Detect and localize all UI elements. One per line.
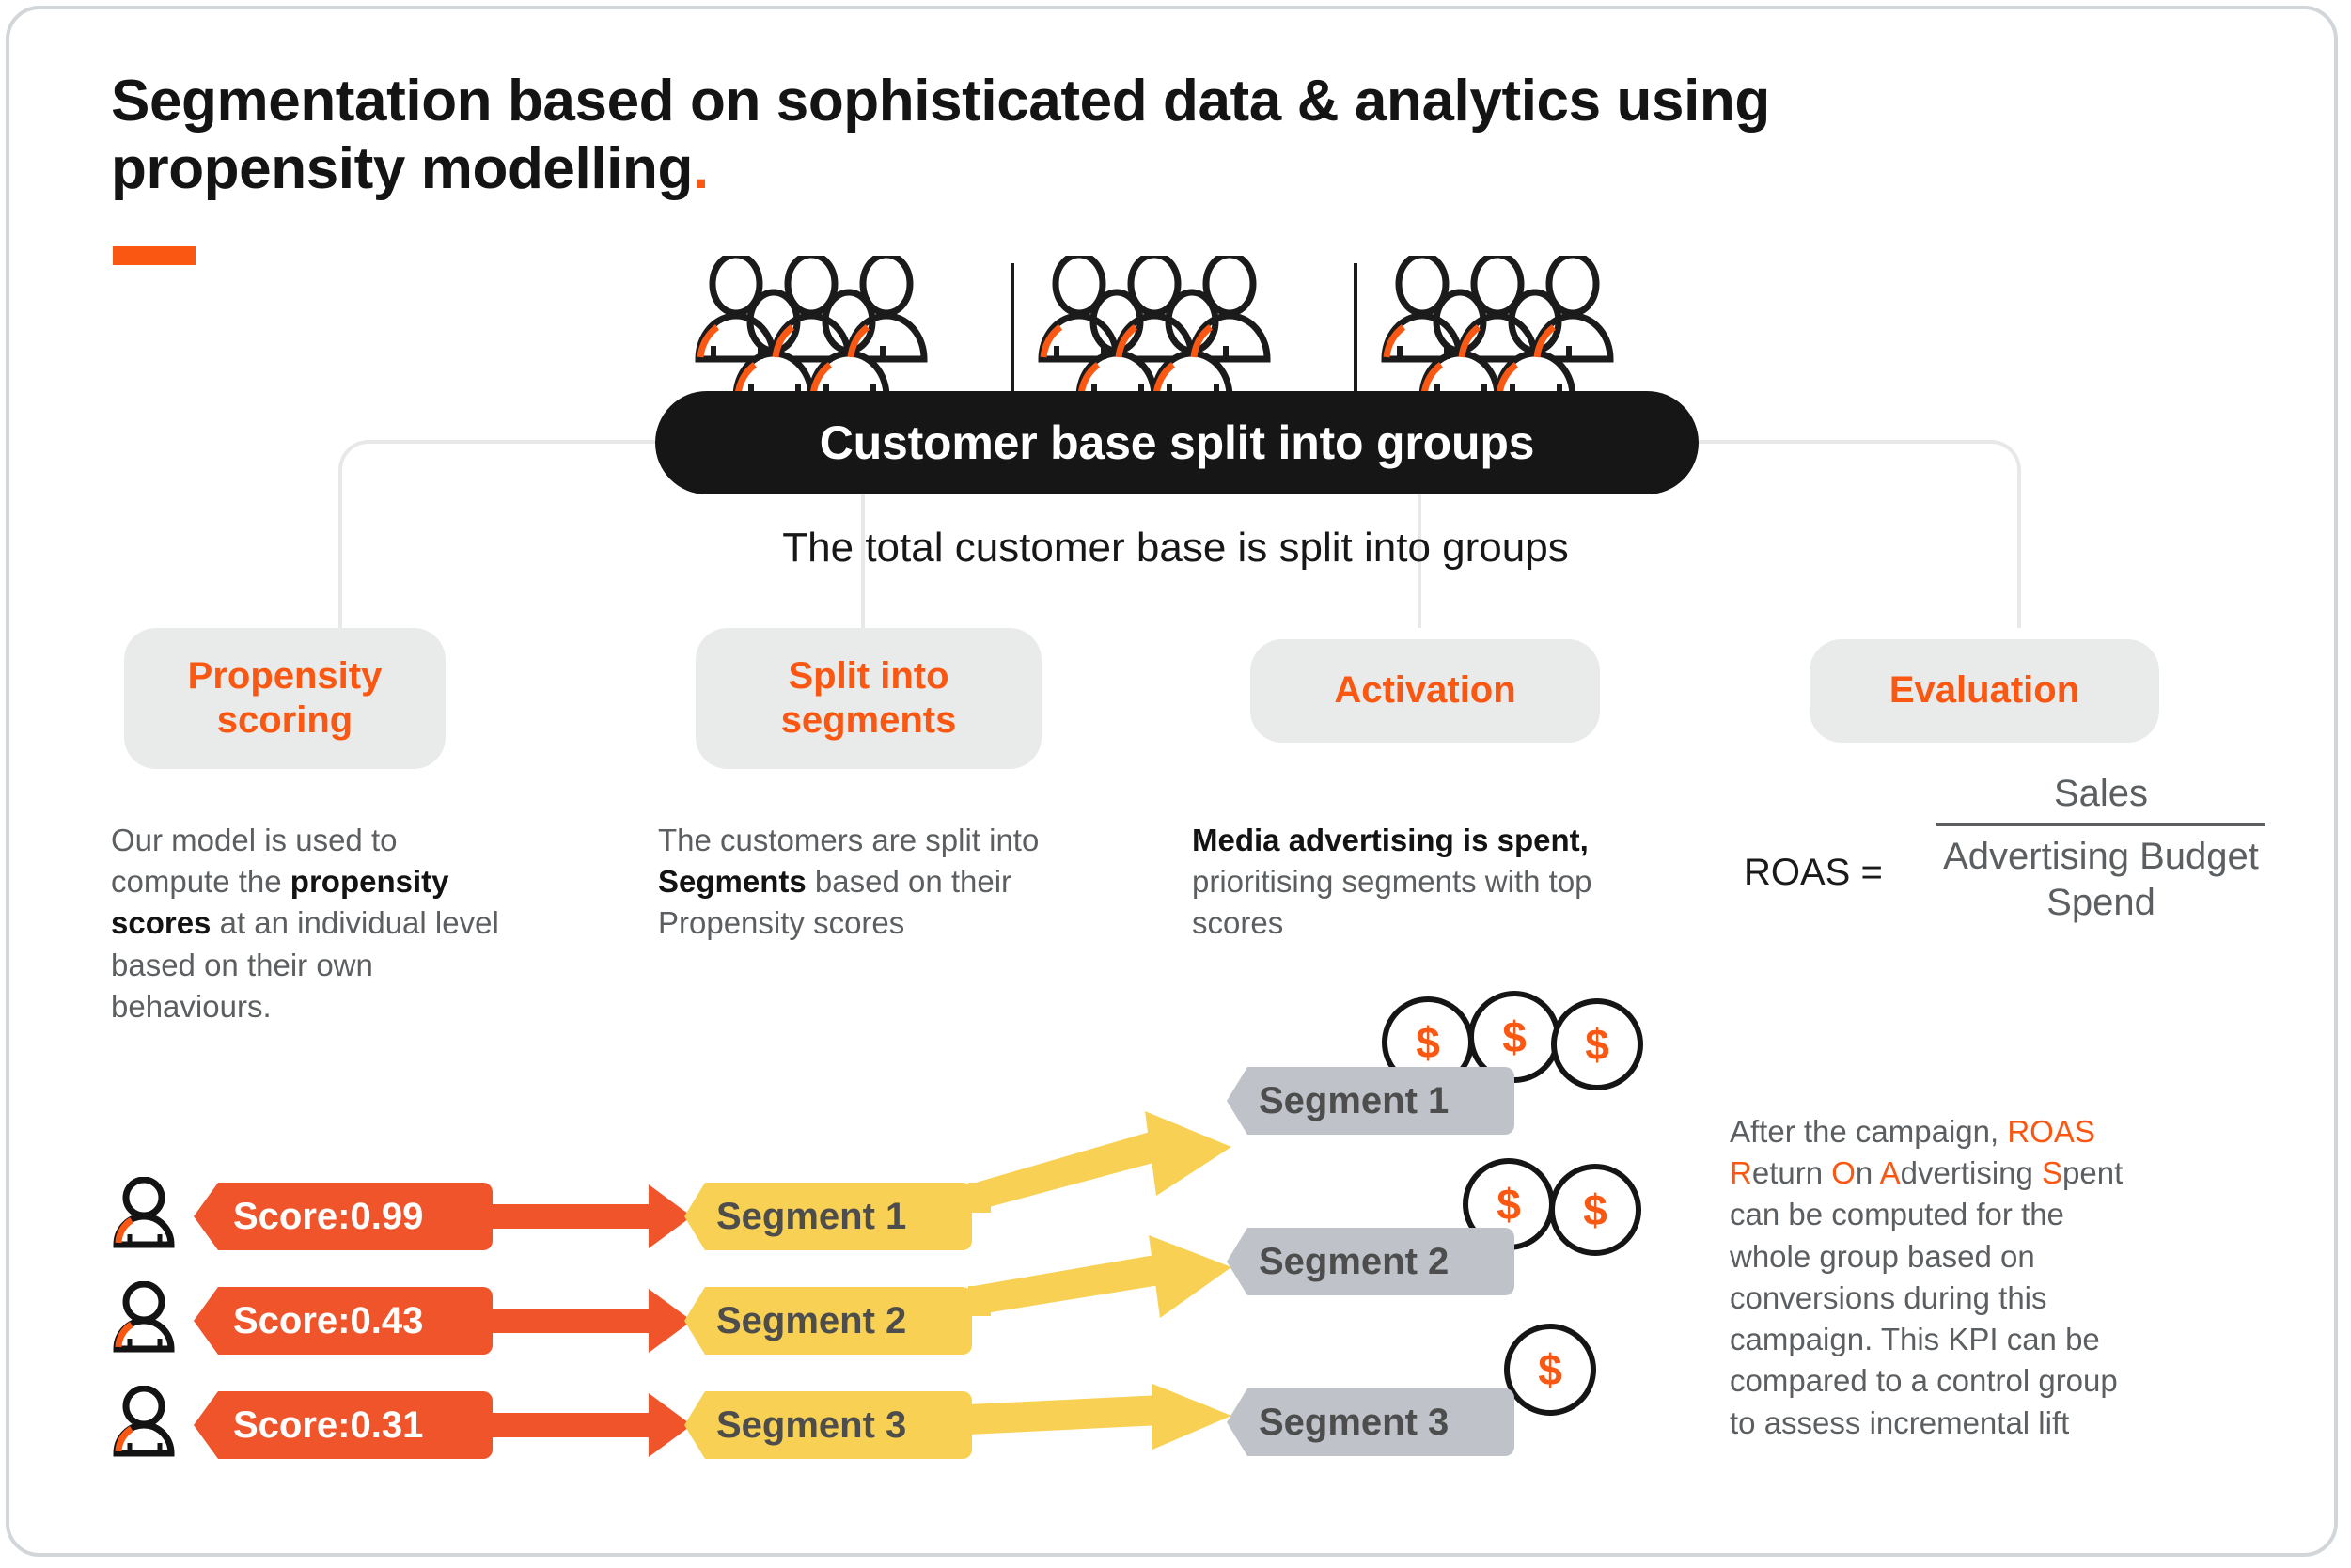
stage-chip-activation[interactable]: Activation: [1250, 639, 1600, 743]
page-title-line2: propensity modelling: [111, 135, 693, 201]
eval-initial-r: R: [1730, 1155, 1752, 1191]
people-group-1: [691, 251, 1001, 406]
grey-segment-badge[interactable]: Segment 3: [1227, 1388, 1514, 1456]
eval-word-return: eturn: [1751, 1155, 1832, 1191]
people-group-2: [1034, 251, 1344, 406]
paragraph-activation: Media advertising is spent, prioritising…: [1192, 820, 1596, 945]
score-badge[interactable]: Score:0.31: [194, 1391, 493, 1459]
person-icon: [113, 1385, 175, 1459]
yellow-segment-badge[interactable]: Segment 2: [684, 1287, 972, 1355]
grey-segment-badge[interactable]: Segment 2: [1227, 1228, 1514, 1295]
paragraph-evaluation: After the campaign, ROAS Return On Adver…: [1730, 1111, 2145, 1444]
yellow-arrow-elbow-1: [968, 1183, 991, 1213]
eval-word-advertising: dvertising: [1900, 1155, 2043, 1191]
people-group-3: [1377, 251, 1687, 406]
hero-subtitle: The total customer base is split into gr…: [782, 525, 1569, 571]
roas-fraction: Sales Advertising Budget Spend: [1936, 771, 2265, 925]
segment-label: Segment 3: [1259, 1401, 1450, 1443]
paragraph-text-bold: Media advertising is spent,: [1192, 823, 1589, 857]
paragraph-text-b: prioritising segments with top scores: [1192, 864, 1592, 941]
dollar-symbol: $: [1497, 1180, 1521, 1229]
connector-corner-right: [1991, 440, 2021, 470]
score-to-segment-arrow: [487, 1204, 656, 1229]
paragraph-text-bold: Segments: [658, 864, 807, 900]
stage-label-line1: Propensity: [187, 654, 383, 697]
stage-label-line1: Activation: [1334, 669, 1516, 712]
dollar-symbol: $: [1502, 1012, 1527, 1061]
eval-text-1: After the campaign,: [1730, 1114, 2008, 1149]
people-icon: [695, 251, 928, 400]
stage-label-line1: Evaluation: [1889, 669, 2080, 712]
eval-word-on: n: [1855, 1155, 1880, 1191]
dollar-symbol: $: [1416, 1018, 1440, 1067]
dollar-coin-icon: $: [1549, 1164, 1641, 1256]
yellow-segment-badge[interactable]: Segment 1: [684, 1183, 972, 1250]
yellow-arrow-shaft-2: [968, 1254, 1166, 1316]
segment-label: Segment 3: [716, 1403, 907, 1446]
roas-formula: ROAS = Sales Advertising Budget Spend: [1744, 771, 2270, 1043]
title-accent-bar: [113, 246, 196, 265]
people-icon: [1038, 251, 1271, 400]
yellow-arrow-head-1: [1145, 1111, 1231, 1196]
paragraph-text-a: The customers are split into: [658, 823, 1040, 857]
eval-initial-a: A: [1879, 1155, 1901, 1191]
score-badge-label: Score:0.31: [233, 1403, 424, 1446]
score-badge[interactable]: Score:0.99: [194, 1183, 493, 1250]
connector-corner-left: [338, 440, 368, 470]
customer-base-pill-label: Customer base split into groups: [819, 416, 1535, 469]
stage-chip-split-into-segments[interactable]: Split into segments: [696, 628, 1042, 769]
score-badge-label: Score:0.43: [233, 1299, 424, 1341]
person-icon: [113, 1176, 175, 1250]
stage-label-line2: segments: [780, 699, 957, 741]
customer-base-pill: Customer base split into groups: [655, 391, 1699, 494]
segment-label: Segment 2: [1259, 1240, 1450, 1282]
paragraph-propensity: Our model is used to compute the propens…: [111, 820, 515, 1027]
segment-label: Segment 1: [1259, 1079, 1450, 1121]
roas-fraction-rule: [1936, 822, 2265, 826]
stage-label-line1: Split into: [788, 654, 949, 697]
eval-word-spent-rest: pent can be computed for the whole group…: [1730, 1155, 2124, 1440]
dollar-symbol: $: [1585, 1020, 1609, 1069]
dollar-coin-icon: $: [1551, 998, 1643, 1090]
roas-formula-lhs: ROAS =: [1744, 852, 1883, 893]
person-icon: [113, 1280, 175, 1355]
yellow-segment-badge[interactable]: Segment 3: [684, 1391, 972, 1459]
yellow-arrow-head-3: [1152, 1384, 1231, 1450]
dollar-coin-icon: $: [1504, 1324, 1596, 1416]
page-title: Segmentation based on sophisticated data…: [111, 68, 2226, 203]
score-badge[interactable]: Score:0.43: [194, 1287, 493, 1355]
yellow-arrow-shaft-3: [968, 1395, 1162, 1435]
eval-initial-s: S: [2042, 1155, 2063, 1191]
dollar-symbol: $: [1583, 1185, 1607, 1234]
stage-chip-evaluation[interactable]: Evaluation: [1810, 639, 2159, 743]
segment-label: Segment 2: [716, 1299, 907, 1341]
customer-base-people-illustration: [691, 251, 1687, 406]
group-separator-1: [1011, 263, 1014, 404]
grey-segment-badge[interactable]: Segment 1: [1227, 1067, 1514, 1135]
roas-denominator: Advertising Budget Spend: [1943, 835, 2259, 923]
score-badge-label: Score:0.99: [233, 1195, 424, 1237]
title-accent-period: .: [692, 135, 709, 201]
page-title-line1: Segmentation based on sophisticated data…: [111, 69, 1770, 133]
people-icon: [1381, 251, 1614, 400]
group-separator-2: [1354, 263, 1357, 404]
yellow-arrow-elbow-2: [968, 1286, 991, 1316]
score-to-segment-arrow: [487, 1309, 656, 1333]
roas-numerator: Sales: [2053, 773, 2149, 814]
yellow-arrow-shaft-1: [968, 1130, 1164, 1213]
dollar-symbol: $: [1538, 1345, 1562, 1394]
stage-label-line2: scoring: [216, 699, 353, 741]
stage-chip-propensity-scoring[interactable]: Propensity scoring: [124, 628, 446, 769]
segment-label: Segment 1: [716, 1195, 907, 1237]
eval-initial-o: O: [1831, 1155, 1856, 1191]
paragraph-split: The customers are split into Segments ba…: [658, 820, 1053, 945]
eval-acronym: ROAS: [2007, 1114, 2095, 1149]
score-to-segment-arrow: [487, 1413, 656, 1437]
yellow-arrow-head-2: [1149, 1235, 1231, 1318]
